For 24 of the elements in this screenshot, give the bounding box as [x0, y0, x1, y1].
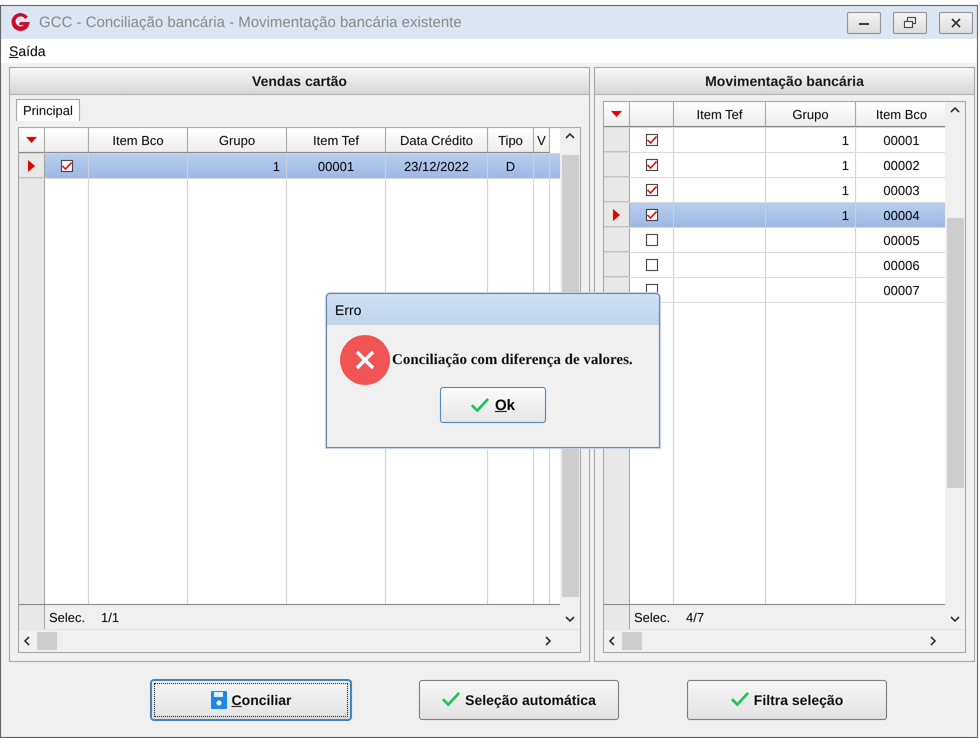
table-cell: 1 — [842, 208, 849, 222]
dialog-title: Erro — [327, 294, 659, 325]
window-title: GCC - Conciliação bancária - Movimentação bancária existente — [39, 14, 463, 31]
table-cell: D — [506, 158, 516, 174]
table-cell: 00004 — [883, 208, 920, 222]
table-cell: 1 — [842, 132, 849, 148]
table-cell: 00005 — [883, 232, 920, 248]
panel-title: Vendas cartão — [10, 68, 589, 95]
table-cell: 23/12/2022 — [404, 158, 470, 174]
selection-count: 4/7 — [686, 610, 704, 624]
footer-label: Selec. — [633, 610, 672, 624]
table-cell: 1 — [842, 182, 849, 198]
error-message: Conciliação com diferença de valores. — [392, 352, 633, 368]
panel-title: Movimentação bancária — [595, 68, 974, 95]
table-cell: 00001 — [318, 158, 354, 174]
footer-label: Selec. — [48, 610, 86, 624]
table-cell: 00007 — [883, 282, 920, 298]
table-cell: 00001 — [883, 132, 920, 148]
table-cell: 1 — [272, 158, 280, 174]
table-cell: 00002 — [883, 158, 920, 172]
selection-count: 1/1 — [101, 610, 120, 624]
table-cell: 1 — [842, 158, 849, 172]
table-cell: 00006 — [883, 258, 920, 272]
table-cell: 00003 — [883, 182, 920, 198]
